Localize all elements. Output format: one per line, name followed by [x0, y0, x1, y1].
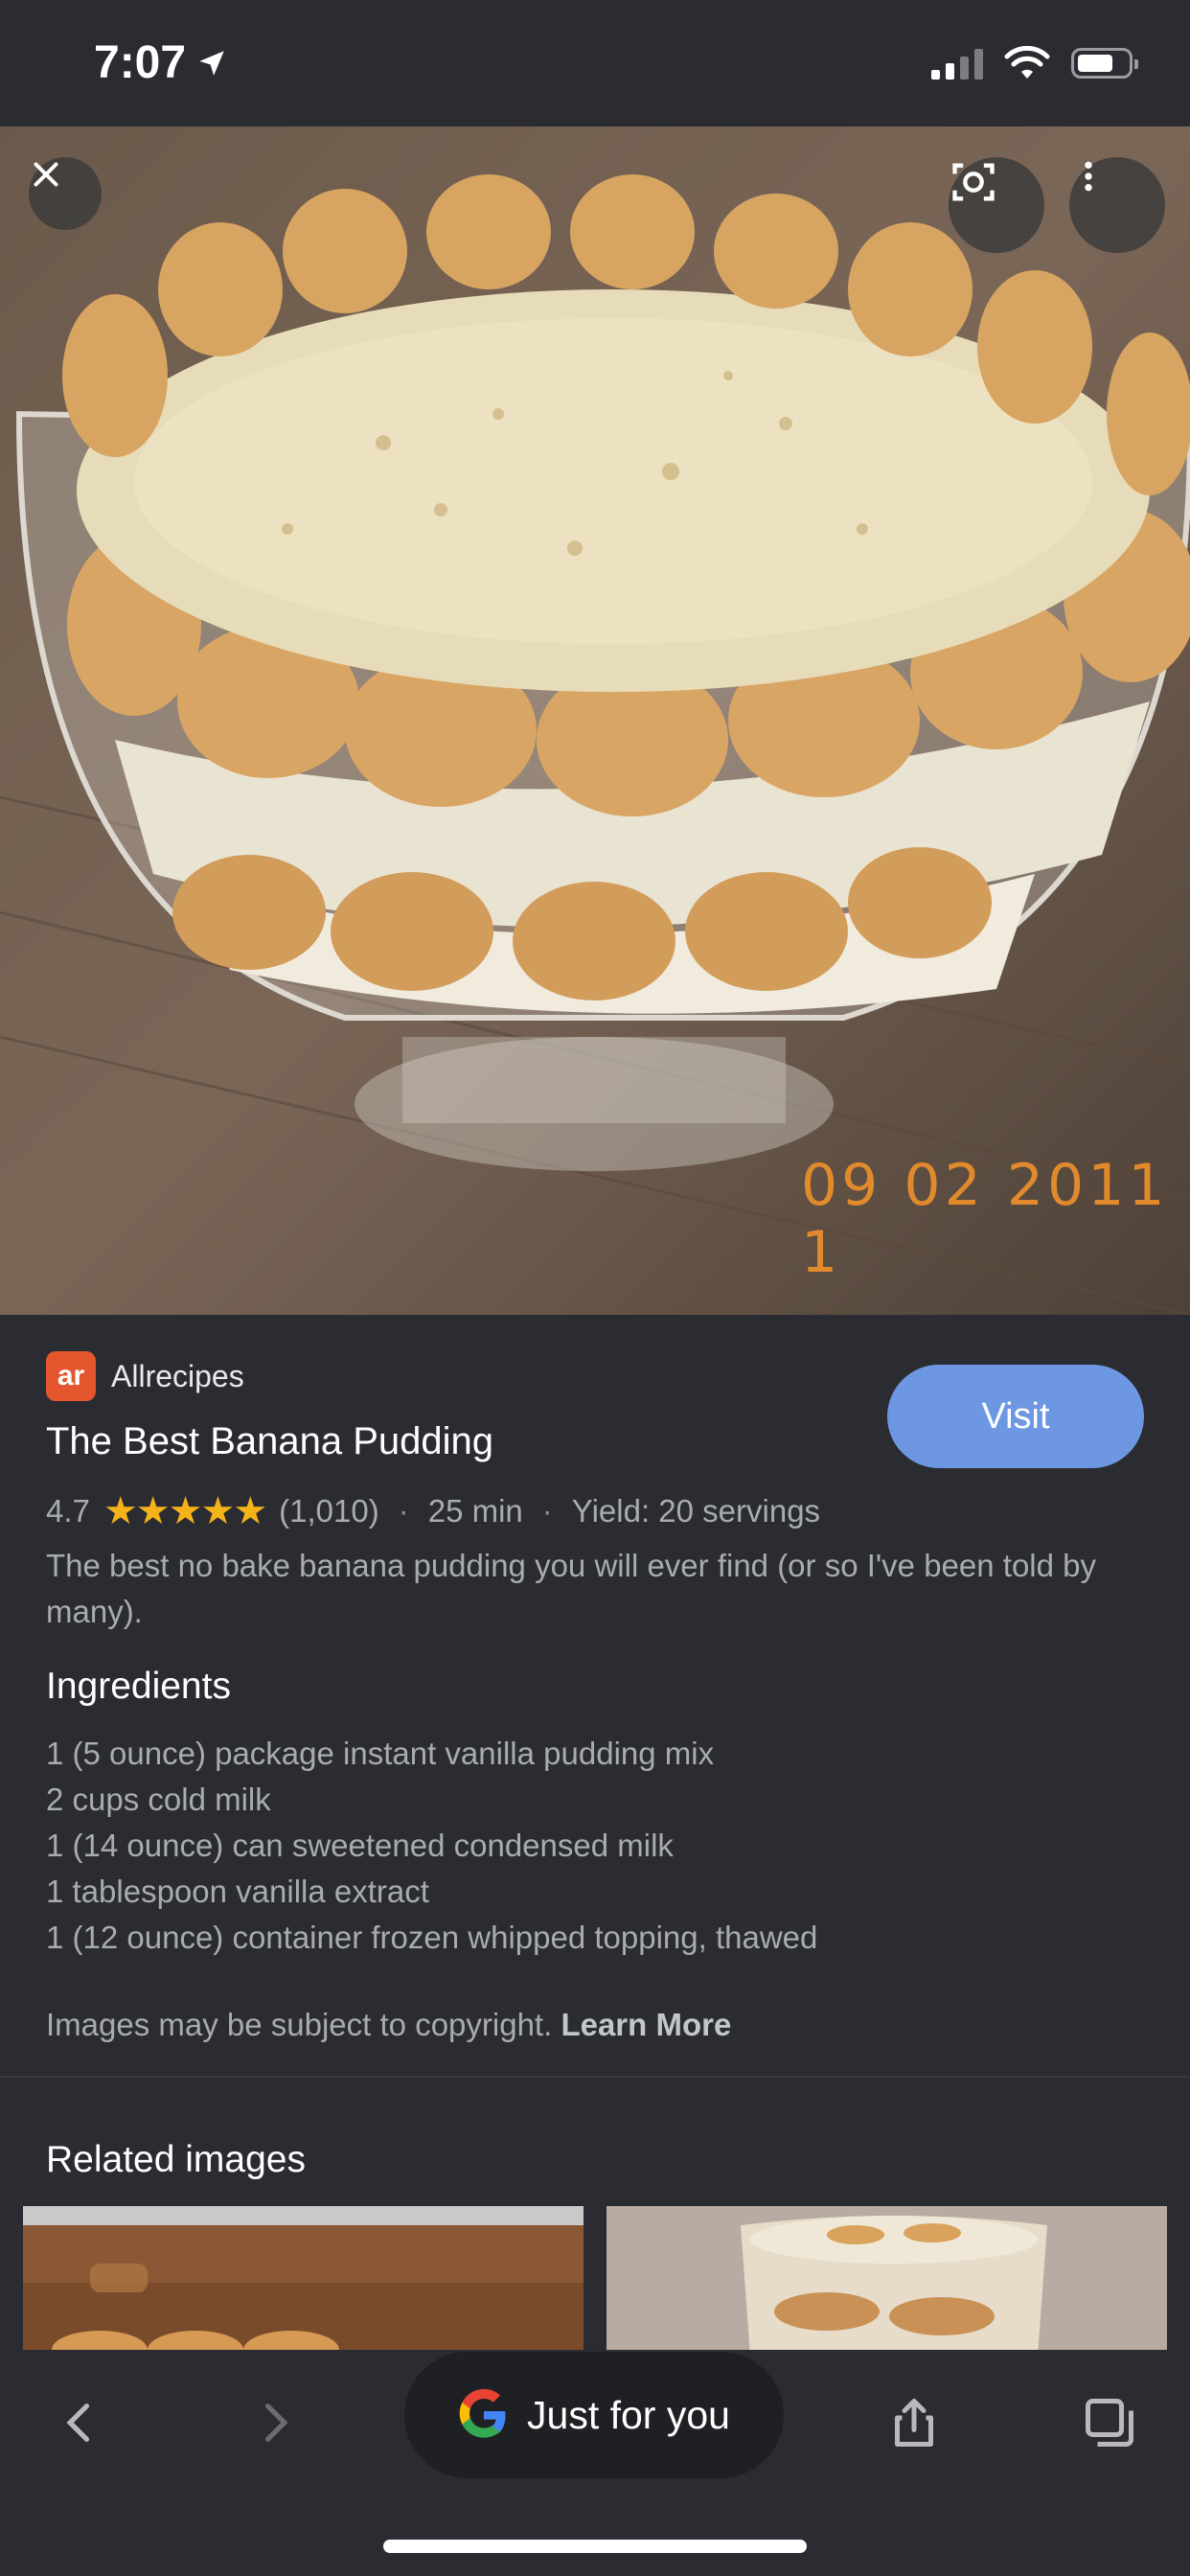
more-vert-icon	[1085, 161, 1092, 192]
ingredients-heading: Ingredients	[46, 1666, 231, 1707]
close-button[interactable]	[29, 157, 102, 230]
share-button[interactable]	[876, 2384, 952, 2461]
recipe-title[interactable]: The Best Banana Pudding	[46, 1420, 493, 1463]
back-button[interactable]	[42, 2384, 119, 2461]
related-image-1	[23, 2206, 584, 2356]
divider	[0, 2076, 1190, 2078]
status-bar: 7:07	[0, 0, 1190, 126]
chevron-left-icon	[66, 2404, 90, 2442]
source-logo: ar	[46, 1351, 96, 1401]
lens-icon	[952, 163, 995, 201]
ingredient-item: 1 (14 ounce) can sweetened condensed mil…	[46, 1828, 674, 1863]
just-for-you-button[interactable]: Just for you	[404, 2352, 784, 2478]
tabs-icon	[1086, 2399, 1133, 2447]
close-icon	[34, 162, 58, 187]
ingredient-item: 1 tablespoon vanilla extract	[46, 1874, 429, 1909]
date-stamp: 09 02 2011 1	[801, 1152, 1169, 1286]
status-icons	[931, 46, 1138, 80]
visit-button[interactable]: Visit	[887, 1365, 1144, 1468]
more-options-button[interactable]	[1069, 157, 1165, 253]
just-for-you-label: Just for you	[527, 2392, 730, 2437]
banana-pudding-illustration	[0, 126, 1190, 1315]
source-name: Allrecipes	[111, 1358, 244, 1393]
learn-more-link[interactable]: Learn More	[561, 2007, 731, 2042]
share-icon	[895, 2399, 933, 2447]
tabs-button[interactable]	[1071, 2384, 1148, 2461]
recipe-image[interactable]: 09 02 2011 1	[0, 126, 1190, 1315]
home-indicator[interactable]	[383, 2540, 807, 2553]
battery-icon	[1071, 48, 1138, 79]
ingredient-item: 2 cups cold milk	[46, 1782, 271, 1817]
clock-text: 7:07	[94, 37, 187, 88]
related-images-heading: Related images	[46, 2139, 306, 2180]
review-count: (1,010)	[279, 1493, 379, 1529]
copyright-text: Images may be subject to copyright.	[46, 2007, 553, 2042]
ingredient-item: 1 (12 ounce) container frozen whipped to…	[46, 1920, 818, 1955]
recipe-meta: 4.7 ★★★★★ (1,010) · 25 min · Yield: 20 s…	[46, 1489, 820, 1533]
recipe-yield: Yield: 20 servings	[571, 1493, 821, 1529]
ingredients-list: 1 (5 ounce) package instant vanilla pudd…	[46, 1731, 817, 1961]
ingredient-item: 1 (5 ounce) package instant vanilla pudd…	[46, 1736, 715, 1771]
forward-button[interactable]	[236, 2384, 312, 2461]
rating-stars-icon: ★★★★★	[103, 1490, 267, 1532]
recipe-description: The best no bake banana pudding you will…	[46, 1548, 1097, 1629]
source-row[interactable]: ar Allrecipes	[46, 1351, 244, 1401]
location-arrow-icon	[199, 50, 224, 76]
lens-search-button[interactable]	[949, 157, 1044, 253]
copyright-notice: Images may be subject to copyright. Lear…	[46, 2007, 731, 2043]
cook-time: 25 min	[427, 1493, 523, 1529]
separator: ·	[541, 1493, 553, 1529]
related-image-2	[606, 2206, 1167, 2356]
google-g-icon	[459, 2389, 506, 2438]
wifi-icon	[1004, 46, 1050, 79]
separator: ·	[398, 1493, 409, 1529]
rating-value: 4.7	[46, 1493, 90, 1529]
related-image-thumbnail[interactable]	[23, 2206, 584, 2356]
cellular-signal-icon	[931, 47, 983, 80]
chevron-right-icon	[264, 2404, 288, 2442]
status-time: 7:07	[94, 36, 228, 89]
related-image-thumbnail[interactable]	[606, 2206, 1167, 2356]
